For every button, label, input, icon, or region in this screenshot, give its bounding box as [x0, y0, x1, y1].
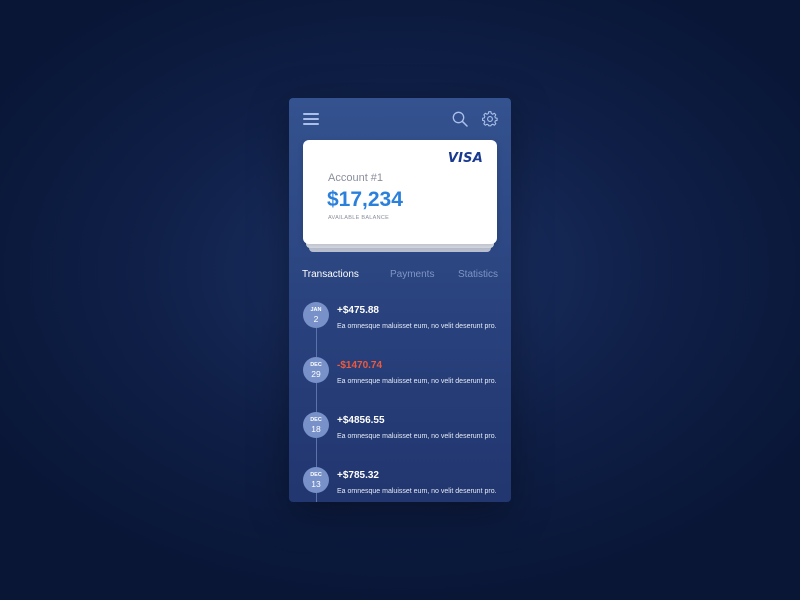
transaction-amount: -$1470.74	[337, 360, 383, 371]
transaction-description: Ea omnesque maluisset eum, no velit dese…	[337, 323, 497, 330]
balance-label: AVAILABLE BALANCE	[328, 215, 390, 221]
balance-amount: $17,234	[327, 188, 403, 211]
card-stack[interactable]: VISA Account #1 $17,234 AVAILABLE BALANC…	[303, 140, 497, 252]
date-month: DEC	[310, 417, 322, 423]
transaction-row[interactable]: DEC 18 +$4856.55 Ea omnesque maluisset e…	[289, 412, 511, 462]
transaction-description: Ea omnesque maluisset eum, no velit dese…	[337, 378, 497, 385]
date-day: 13	[311, 479, 321, 489]
hamburger-menu-icon[interactable]	[303, 112, 319, 126]
gear-icon[interactable]	[482, 111, 498, 127]
date-badge: DEC 29	[303, 357, 329, 383]
transaction-row[interactable]: DEC 13 +$785.32 Ea omnesque maluisset eu…	[289, 467, 511, 502]
transaction-amount: +$785.32	[337, 470, 379, 481]
date-day: 29	[311, 369, 321, 379]
tab-bar: Transactions Payments Statistics	[289, 269, 511, 285]
date-badge: JAN 2	[303, 302, 329, 328]
transaction-row[interactable]: DEC 29 -$1470.74 Ea omnesque maluisset e…	[289, 357, 511, 407]
search-icon[interactable]	[452, 111, 468, 127]
date-day: 18	[311, 424, 321, 434]
date-month: DEC	[310, 362, 322, 368]
banking-app-panel: VISA Account #1 $17,234 AVAILABLE BALANC…	[289, 98, 511, 502]
transaction-amount: +$475.88	[337, 305, 379, 316]
visa-logo: VISA	[447, 151, 483, 166]
tab-statistics[interactable]: Statistics	[458, 269, 498, 280]
tab-transactions[interactable]: Transactions	[302, 269, 359, 280]
date-badge: DEC 13	[303, 467, 329, 493]
transaction-row[interactable]: JAN 2 +$475.88 Ea omnesque maluisset eum…	[289, 302, 511, 352]
account-card[interactable]: VISA Account #1 $17,234 AVAILABLE BALANC…	[303, 140, 497, 244]
transaction-description: Ea omnesque maluisset eum, no velit dese…	[337, 433, 497, 440]
date-month: JAN	[310, 307, 322, 313]
account-name: Account #1	[328, 172, 384, 184]
date-day: 2	[313, 314, 319, 324]
transaction-description: Ea omnesque maluisset eum, no velit dese…	[337, 488, 497, 495]
date-badge: DEC 18	[303, 412, 329, 438]
date-month: DEC	[310, 472, 322, 478]
transaction-amount: +$4856.55	[337, 415, 385, 426]
tab-payments[interactable]: Payments	[390, 269, 434, 280]
